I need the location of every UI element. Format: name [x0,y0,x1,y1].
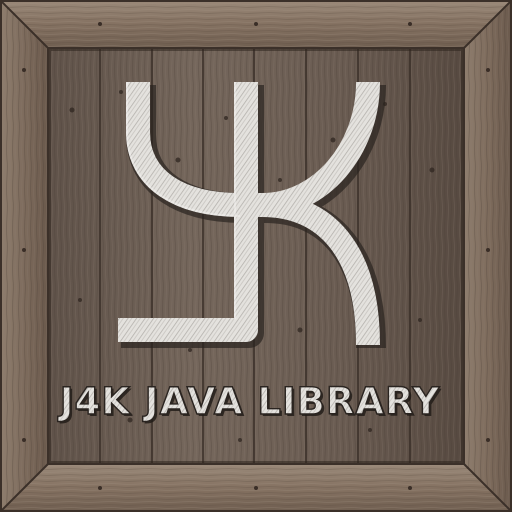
crate-logo-image: J4K JAVA LIBRARY J4K JAVA LIBRARY [0,0,512,512]
logo-caption-text: J4K JAVA LIBRARY [57,380,441,423]
logo-caption: J4K JAVA LIBRARY J4K JAVA LIBRARY [56,379,441,425]
crate-artwork: J4K JAVA LIBRARY J4K JAVA LIBRARY [0,0,512,512]
